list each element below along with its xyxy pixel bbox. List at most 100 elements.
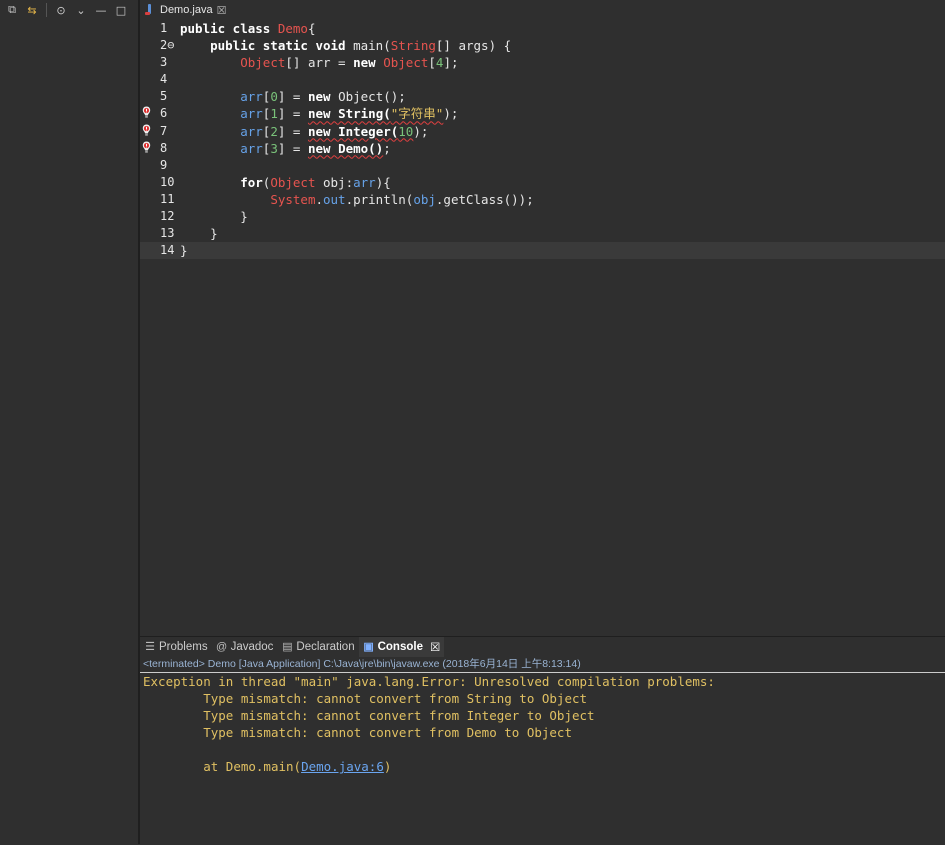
code-token: }: [180, 243, 188, 259]
code-token: }: [180, 209, 248, 225]
code-line[interactable]: 6 arr[1] = new String("字符串");: [140, 105, 945, 122]
line-number: 12: [160, 209, 175, 224]
code-text: }: [178, 208, 248, 225]
error-marker-icon[interactable]: [142, 106, 151, 120]
maximize-icon[interactable]: □: [112, 1, 130, 19]
code-token: public class: [180, 21, 278, 36]
code-line[interactable]: 8 arr[3] = new Demo();: [140, 140, 945, 157]
code-token: Object();: [338, 89, 406, 105]
stacktrace-link[interactable]: Demo.java:6: [301, 759, 384, 774]
tab-javadoc[interactable]: @ Javadoc: [212, 637, 278, 657]
code-line[interactable]: 9: [140, 157, 945, 174]
console-pane: ☰ Problems @ Javadoc ▤ Declaration ▣ Console ☒ <…: [140, 636, 945, 845]
line-gutter[interactable]: 9: [140, 157, 178, 174]
toolbar-separator: [46, 3, 47, 17]
line-number: 14: [160, 243, 175, 258]
line-number: 4: [160, 72, 168, 87]
line-number: 13: [160, 226, 175, 241]
code-line[interactable]: 4: [140, 71, 945, 88]
code-token: new Integer(: [307, 123, 399, 139]
code-token: String: [390, 38, 436, 54]
console-output[interactable]: Exception in thread "main" java.lang.Err…: [140, 673, 945, 776]
line-gutter[interactable]: 12: [140, 208, 178, 225]
code-line[interactable]: 3 Object[] arr = new Object[4];: [140, 54, 945, 71]
tab-declaration[interactable]: ▤ Declaration: [277, 637, 358, 657]
problems-icon: ☰: [145, 641, 155, 653]
line-gutter[interactable]: 5: [140, 88, 178, 105]
line-gutter[interactable]: 4: [140, 71, 178, 88]
tab-problems[interactable]: ☰ Problems: [140, 637, 212, 657]
code-line[interactable]: 5 arr[0] = new Object();: [140, 88, 945, 105]
code-line[interactable]: 12 }: [140, 208, 945, 225]
line-gutter[interactable]: 3: [140, 54, 178, 71]
code-token: new String(: [307, 106, 391, 122]
editor-tab-demo-java[interactable]: Demo.java ☒: [140, 0, 235, 20]
error-marker-icon[interactable]: [142, 141, 151, 155]
code-text: arr[3] = new Demo();: [178, 140, 391, 157]
code-token: new: [353, 55, 384, 71]
close-icon[interactable]: ☒: [430, 640, 440, 654]
tab-label: Javadoc: [230, 641, 274, 653]
code-token: public static void: [180, 38, 354, 54]
line-gutter[interactable]: 2⊖: [140, 37, 178, 54]
line-number: 6: [160, 106, 168, 121]
code-text: public static void main(String[] args) {: [178, 37, 511, 54]
link-editor-icon[interactable]: ⇆: [23, 1, 41, 19]
code-token: Object: [270, 174, 316, 190]
tab-label: Console: [377, 641, 423, 653]
code-token: arr: [240, 123, 263, 139]
console-line: Type mismatch: cannot convert from Demo …: [143, 725, 572, 741]
code-token: 3: [270, 140, 278, 156]
line-gutter[interactable]: 14: [140, 242, 178, 259]
code-text: arr[0] = new Object();: [178, 88, 406, 105]
line-gutter[interactable]: 10: [140, 174, 178, 191]
code-line[interactable]: 7 arr[2] = new Integer(10);: [140, 123, 945, 140]
code-text: }: [178, 225, 218, 242]
code-token: obj:: [315, 174, 354, 190]
tab-console[interactable]: ▣ Console ☒: [358, 637, 445, 657]
line-gutter[interactable]: 8: [140, 140, 178, 157]
code-line[interactable]: 11 System.out.println(obj.getClass());: [140, 191, 945, 208]
code-line[interactable]: 2⊖ public static void main(String[] args…: [140, 37, 945, 54]
code-token: new: [307, 89, 339, 105]
line-number: 5: [160, 89, 168, 104]
code-token: Object: [383, 55, 429, 71]
code-token: [: [428, 55, 436, 71]
code-token: );: [443, 106, 459, 122]
code-token: Demo: [277, 21, 308, 36]
line-gutter[interactable]: 6: [140, 105, 178, 122]
javadoc-icon: @: [215, 641, 228, 653]
line-gutter[interactable]: 7: [140, 123, 178, 140]
minimize-icon[interactable]: —: [92, 1, 110, 19]
code-token: 0: [270, 89, 278, 105]
console-line: at Demo.main(Demo.java:6): [143, 759, 392, 775]
code-token: arr: [240, 106, 263, 122]
code-text: System.out.println(obj.getClass());: [178, 191, 534, 208]
code-line[interactable]: 10 for(Object obj:arr){: [140, 174, 945, 191]
code-token: arr: [240, 140, 263, 156]
code-editor[interactable]: 1 public class Demo{2⊖ public static void…: [140, 20, 945, 632]
code-token: "字符串": [390, 106, 444, 122]
code-token: ] =: [277, 140, 308, 156]
close-icon[interactable]: ☒: [217, 4, 227, 17]
code-line[interactable]: 14}: [140, 242, 945, 260]
collapse-all-icon[interactable]: ⧉: [3, 1, 21, 19]
focus-icon[interactable]: ⊙: [52, 1, 70, 19]
code-text: arr[2] = new Integer(10);: [178, 123, 428, 140]
line-gutter[interactable]: 11: [140, 191, 178, 208]
error-marker-icon[interactable]: [142, 124, 151, 138]
tab-label: Problems: [159, 641, 208, 653]
line-gutter[interactable]: 13: [140, 225, 178, 242]
line-gutter[interactable]: 1: [140, 20, 178, 37]
code-token: ] =: [277, 123, 308, 139]
code-token: );: [413, 123, 429, 139]
code-line[interactable]: 1 public class Demo{: [140, 20, 945, 37]
code-line[interactable]: 13 }: [140, 225, 945, 242]
code-token: .getClass());: [435, 191, 534, 207]
view-menu-icon[interactable]: ⌄: [72, 1, 90, 19]
